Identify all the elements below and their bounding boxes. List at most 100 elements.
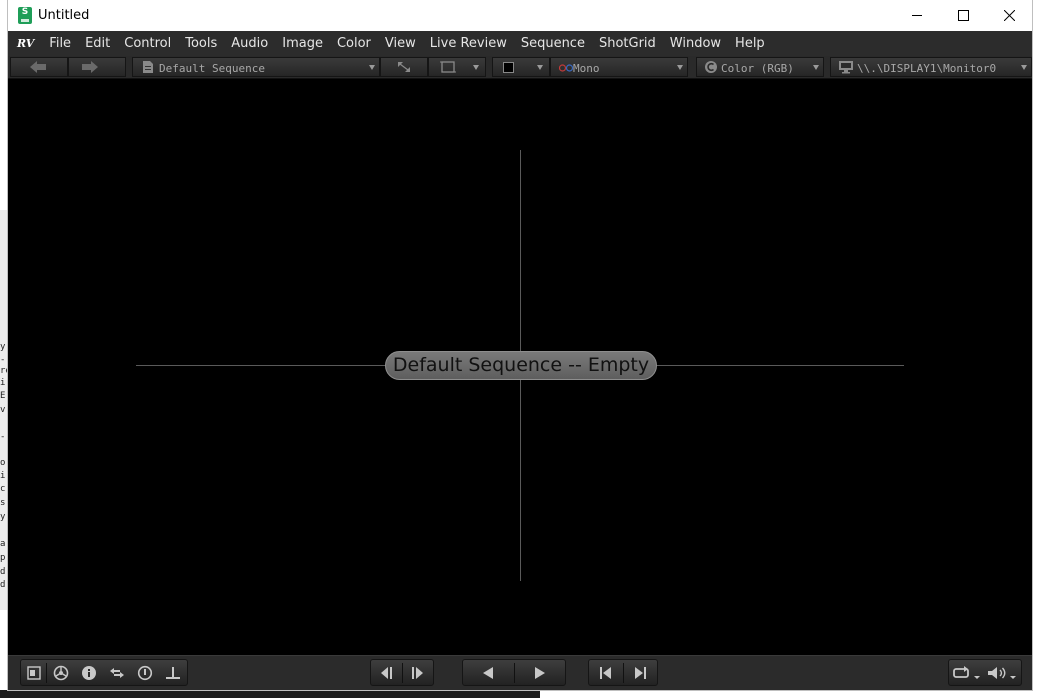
panel-icon bbox=[27, 666, 41, 680]
menu-view[interactable]: View bbox=[378, 31, 423, 56]
bg-text-fragment: y bbox=[0, 512, 6, 522]
image-viewport[interactable]: Default Sequence -- Empty bbox=[8, 79, 1032, 655]
bg-text-fragment: - bbox=[0, 432, 6, 442]
document-icon bbox=[143, 61, 153, 73]
wipe-button[interactable] bbox=[106, 663, 128, 683]
bg-text-fragment: i bbox=[0, 471, 6, 481]
arrow-right-icon bbox=[82, 61, 98, 73]
chevron-down-icon bbox=[537, 65, 543, 70]
rv-logo: RV bbox=[17, 37, 35, 50]
bg-text-fragment: c bbox=[0, 484, 6, 494]
jump-group bbox=[588, 659, 658, 686]
menu-help[interactable]: Help bbox=[728, 31, 772, 56]
monitor-icon bbox=[839, 61, 853, 74]
color-select-value: Color (RGB) bbox=[721, 62, 794, 75]
go-to-end-button[interactable] bbox=[629, 663, 651, 683]
forward-button[interactable] bbox=[68, 57, 126, 77]
sequence-select-value: Default Sequence bbox=[159, 62, 265, 75]
go-to-start-button[interactable] bbox=[595, 663, 617, 683]
menu-color[interactable]: Color bbox=[330, 31, 378, 56]
stereo-select[interactable]: Mono bbox=[550, 57, 688, 77]
step-group bbox=[370, 659, 434, 686]
bg-text-fragment: p bbox=[0, 553, 6, 563]
bg-text-fragment: E bbox=[0, 391, 6, 401]
menu-audio[interactable]: Audio bbox=[224, 31, 275, 56]
minimize-button[interactable] bbox=[894, 0, 940, 31]
step-backward-button[interactable] bbox=[375, 663, 397, 683]
step-backward-icon bbox=[381, 667, 392, 679]
menu-edit[interactable]: Edit bbox=[78, 31, 117, 56]
close-button[interactable] bbox=[986, 0, 1032, 31]
bg-text-fragment: a bbox=[0, 539, 6, 549]
step-forward-button[interactable] bbox=[407, 663, 429, 683]
volume-button[interactable] bbox=[985, 663, 1019, 683]
loop-mode-button[interactable] bbox=[951, 663, 983, 683]
color-wheel-icon bbox=[53, 665, 69, 681]
frame-icon bbox=[440, 61, 456, 73]
arrow-left-icon bbox=[30, 61, 46, 73]
bg-text-fragment: v bbox=[0, 405, 6, 415]
playback-group bbox=[462, 659, 566, 686]
bg-text-fragment: y bbox=[0, 342, 6, 352]
toggle-panel-button[interactable] bbox=[23, 663, 45, 683]
separator bbox=[402, 663, 403, 683]
separator bbox=[623, 663, 624, 683]
chevron-down-icon bbox=[677, 65, 683, 70]
sequence-select[interactable]: Default Sequence bbox=[132, 57, 380, 77]
speaker-icon bbox=[988, 667, 1016, 679]
title-bar[interactable]: S Untitled bbox=[8, 0, 1032, 31]
bg-text-fragment: re bbox=[0, 366, 8, 376]
background-swatch-icon bbox=[503, 62, 514, 73]
chevron-down-icon bbox=[369, 65, 375, 70]
menu-image[interactable]: Image bbox=[275, 31, 330, 56]
chevron-down-icon bbox=[813, 65, 819, 70]
view-tools-group bbox=[20, 659, 188, 686]
back-button[interactable] bbox=[10, 57, 68, 77]
background-window-bottom bbox=[0, 690, 540, 698]
step-forward-icon bbox=[412, 667, 423, 679]
menu-sequence[interactable]: Sequence bbox=[514, 31, 592, 56]
menu-live-review[interactable]: Live Review bbox=[423, 31, 514, 56]
color-channel-select[interactable]: Color (RGB) bbox=[696, 57, 824, 77]
bottom-toolbar bbox=[8, 655, 1032, 690]
info-button[interactable] bbox=[78, 663, 100, 683]
background-window-edge: y - re i E v - o i c s y a p d d bbox=[0, 210, 8, 610]
play-backward-button[interactable] bbox=[477, 663, 499, 683]
loop-audio-group bbox=[948, 659, 1022, 686]
menu-control[interactable]: Control bbox=[117, 31, 178, 56]
background-select[interactable] bbox=[492, 57, 550, 77]
rv-main-window: S Untitled RV File Edit Control Tools Au… bbox=[8, 0, 1032, 690]
empty-sequence-label: Default Sequence -- Empty bbox=[385, 351, 657, 380]
skip-end-icon bbox=[635, 667, 646, 679]
menu-window[interactable]: Window bbox=[663, 31, 728, 56]
fit-frame-button[interactable] bbox=[380, 57, 428, 77]
bg-text-fragment: s bbox=[0, 498, 6, 508]
bg-text-fragment: d bbox=[0, 567, 6, 577]
menu-tools[interactable]: Tools bbox=[178, 31, 224, 56]
frame-mask-select[interactable] bbox=[428, 57, 486, 77]
maximize-icon bbox=[957, 10, 969, 21]
menu-shotgrid[interactable]: ShotGrid bbox=[592, 31, 663, 56]
menu-file[interactable]: File bbox=[42, 31, 78, 56]
info-icon bbox=[82, 666, 96, 680]
maximize-button[interactable] bbox=[940, 0, 986, 31]
bg-text-fragment: d bbox=[0, 580, 6, 590]
stereo-select-value: Mono bbox=[573, 62, 600, 75]
minimize-icon bbox=[911, 15, 922, 16]
timeline-magnifier-button[interactable] bbox=[162, 663, 184, 683]
expand-icon bbox=[398, 62, 410, 72]
color-c-icon bbox=[705, 61, 717, 73]
stereo-eyes-icon bbox=[559, 64, 573, 72]
color-wheel-button[interactable] bbox=[50, 663, 72, 683]
separator bbox=[514, 663, 515, 683]
bg-text-fragment: - bbox=[0, 355, 6, 365]
bg-text-fragment: i bbox=[0, 378, 6, 388]
skip-start-icon bbox=[600, 667, 611, 679]
play-forward-button[interactable] bbox=[529, 663, 551, 683]
menu-bar: RV File Edit Control Tools Audio Image C… bbox=[8, 31, 1032, 56]
clock-icon bbox=[137, 665, 153, 681]
chevron-down-icon bbox=[473, 65, 479, 70]
display-select[interactable]: \\.\DISPLAY1\Monitor0 bbox=[830, 57, 1032, 77]
timeline-button[interactable] bbox=[134, 663, 156, 683]
separator bbox=[46, 663, 47, 683]
